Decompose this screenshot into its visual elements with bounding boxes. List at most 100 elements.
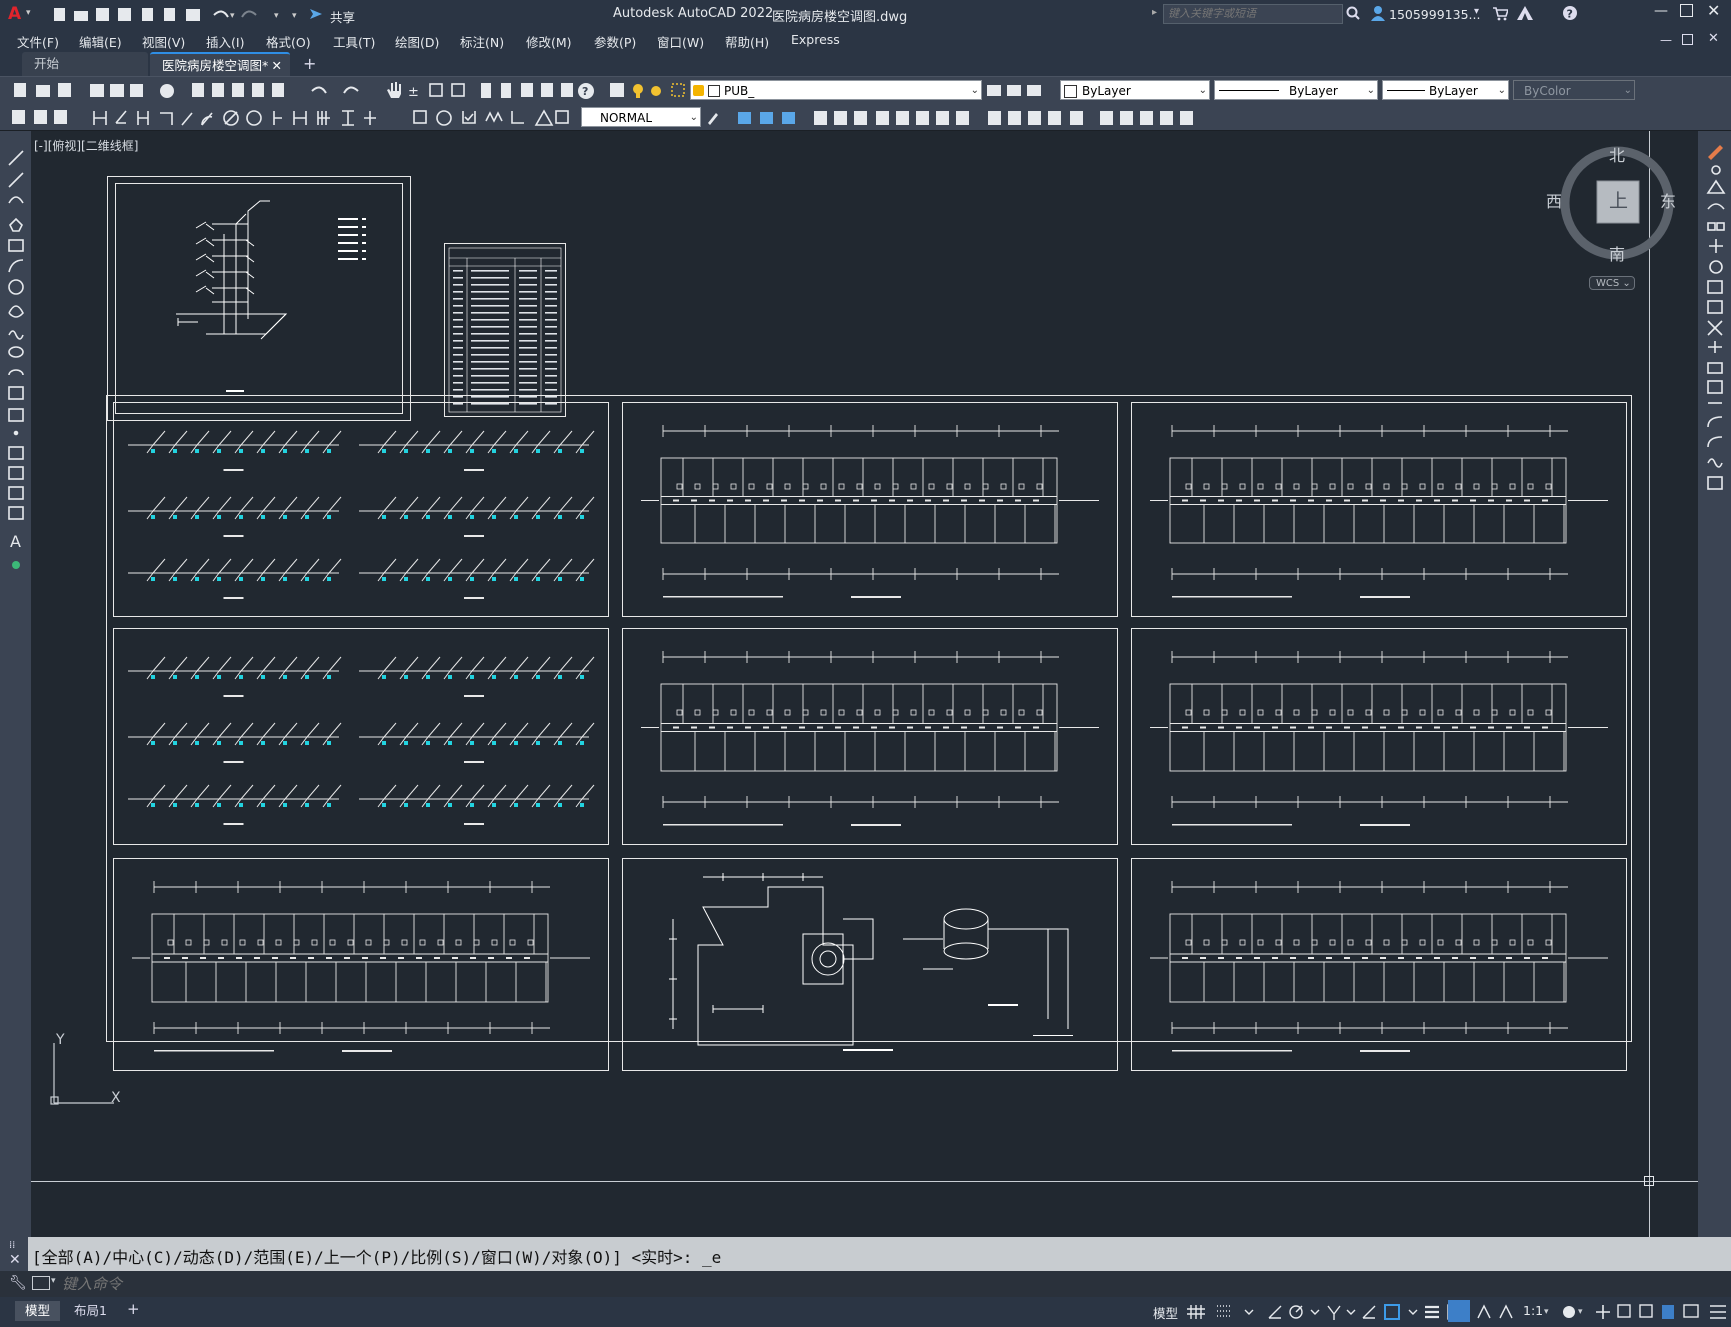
menu-draw[interactable]: 绘图(D) xyxy=(395,32,439,51)
print-icon xyxy=(186,9,200,21)
command-recent-icon[interactable] xyxy=(32,1276,50,1290)
tab-drawing[interactable]: 医院病房楼空调图* ✕ xyxy=(150,52,290,76)
svg-text:▾: ▾ xyxy=(1578,1307,1583,1317)
title-bar: A ▾ ▾ ▾ ▾ 共享 Autodesk AutoCAD 2022 医院病房楼… xyxy=(0,0,1731,28)
menu-edit[interactable]: 编辑(E) xyxy=(79,32,122,51)
search-icon[interactable] xyxy=(1346,6,1360,20)
tab-close-icon[interactable]: ✕ xyxy=(272,54,282,78)
autodesk-icon[interactable] xyxy=(1516,5,1534,21)
model-space-button[interactable]: 模型 xyxy=(1153,1303,1178,1322)
viewcube-west[interactable]: 西 xyxy=(1546,188,1562,212)
viewcube-south[interactable]: 南 xyxy=(1609,241,1625,265)
annotation-scale-value[interactable]: 1:1 xyxy=(1523,1303,1543,1318)
share-icon xyxy=(310,9,322,19)
minimize-button[interactable]: — xyxy=(1654,3,1668,19)
menu-insert[interactable]: 插入(I) xyxy=(206,32,244,51)
menu-dimension[interactable]: 标注(N) xyxy=(460,32,504,51)
svg-text:±: ± xyxy=(408,85,419,100)
floor-plan-sheet-6 xyxy=(1131,858,1627,1071)
menu-tools[interactable]: 工具(T) xyxy=(333,32,375,51)
redo-icon xyxy=(241,10,257,18)
help-search-input[interactable] xyxy=(1163,4,1343,24)
menu-format[interactable]: 格式(O) xyxy=(266,32,311,51)
new-tab-icon[interactable]: + xyxy=(303,54,316,73)
modify-toolbar-icons[interactable] xyxy=(704,107,1204,129)
svg-text:▾: ▾ xyxy=(230,11,235,21)
menu-file[interactable]: 文件(F) xyxy=(17,32,59,51)
saveas-icon xyxy=(118,8,131,21)
draw-toolbar: A xyxy=(0,131,31,1237)
dimension-toolbar-icons[interactable] xyxy=(6,107,576,129)
viewcube-north[interactable]: 北 xyxy=(1609,142,1625,166)
tab-start[interactable]: 开始 xyxy=(22,52,148,76)
floor-plan-sheet-4 xyxy=(1131,628,1627,845)
ucs-x-label: X xyxy=(111,1090,121,1106)
standard-toolbar-icons[interactable]: ± ? xyxy=(6,80,686,102)
crosshair-horizontal xyxy=(31,1181,1698,1182)
dimension-toolbar: NORMAL ⌄ xyxy=(0,103,1731,131)
menu-view[interactable]: 视图(V) xyxy=(142,32,185,51)
command-history: ⁞⁞ ✕ [全部(A)/中心(C)/动态(D)/范围(E)/上一个(P)/比例(… xyxy=(0,1237,1731,1271)
floor-plan-sheet-2 xyxy=(1131,402,1627,617)
color-dropdown[interactable]: ByLayer ⌄ xyxy=(1060,80,1210,100)
command-input[interactable] xyxy=(62,1273,1712,1295)
svg-text:▾: ▾ xyxy=(274,11,279,21)
maximize-button[interactable] xyxy=(1680,4,1693,17)
chevron-down-icon: ⌄ xyxy=(1366,85,1375,96)
linetype-dropdown[interactable]: ByLayer ⌄ xyxy=(1214,80,1378,100)
menu-modify[interactable]: 修改(M) xyxy=(526,32,572,51)
layer-tools-icons[interactable] xyxy=(985,80,1045,102)
close-button[interactable]: ✕ xyxy=(1707,1,1720,20)
menu-help[interactable]: 帮助(H) xyxy=(725,32,769,51)
status-toggles-right[interactable]: ▾ ▾ xyxy=(1544,1302,1731,1322)
layer-name: PUB_ xyxy=(724,84,755,98)
drawing-viewport[interactable]: [-][俯视][二维线框] 北 南 东 西 上 WCS ⌄ Y X xyxy=(31,131,1698,1237)
tab-model[interactable]: 模型 xyxy=(15,1301,61,1321)
autocad-logo-icon[interactable]: A xyxy=(8,4,21,24)
wcs-menu[interactable]: WCS ⌄ xyxy=(1589,276,1635,290)
file-tab-bar: 开始 医院病房楼空调图* ✕ + xyxy=(0,52,1731,76)
status-toggles-left[interactable] xyxy=(1185,1302,1485,1322)
user-icon[interactable] xyxy=(1370,5,1386,21)
doc-close-button[interactable]: ✕ xyxy=(1708,31,1719,46)
text-style-value: NORMAL xyxy=(600,111,653,125)
doc-minimize-button[interactable]: — xyxy=(1660,33,1672,47)
chevron-down-icon: ⌄ xyxy=(970,85,979,96)
text-style-dropdown[interactable]: NORMAL ⌄ xyxy=(581,107,701,127)
doc-restore-button[interactable] xyxy=(1682,34,1693,45)
quick-access-toolbar: ▾ ▾ ▾ xyxy=(52,5,352,26)
floor-plan-sheet-5 xyxy=(113,858,609,1071)
annotation-visibility-icon[interactable] xyxy=(1448,1300,1470,1322)
draw-toolbar-icons[interactable]: A xyxy=(0,137,31,597)
user-menu-chevron-icon[interactable]: ▾ xyxy=(1474,6,1479,17)
wrench-icon[interactable]: 🔧︎ xyxy=(9,1275,27,1291)
ucs-y-label: Y xyxy=(56,1032,65,1048)
share-label[interactable]: 共享 xyxy=(330,7,355,26)
help-icon[interactable]: ? xyxy=(1562,5,1578,21)
viewcube-east[interactable]: 东 xyxy=(1660,188,1676,212)
modify-toolbar-side-icons[interactable] xyxy=(1698,137,1731,537)
plotstyle-dropdown[interactable]: ByColor ⌄ xyxy=(1513,80,1635,100)
menu-window[interactable]: 窗口(W) xyxy=(657,32,704,51)
user-name[interactable]: 1505999135... xyxy=(1389,7,1480,22)
menu-express[interactable]: Express xyxy=(791,32,840,47)
search-expand-icon[interactable]: ▸ xyxy=(1152,7,1157,18)
save-icon xyxy=(96,8,109,21)
lineweight-dropdown[interactable]: ByLayer ⌄ xyxy=(1382,80,1509,100)
floor-plan-sheet-1 xyxy=(622,402,1118,617)
cart-icon[interactable] xyxy=(1492,5,1510,21)
add-layout-icon[interactable]: + xyxy=(127,1300,140,1318)
chevron-down-icon[interactable]: ▾ xyxy=(51,1276,56,1286)
status-bar: 模型 布局1 + 模型 1:1 ▾ ▾ xyxy=(0,1297,1731,1327)
linetype-preview xyxy=(1219,90,1279,91)
menu-parametric[interactable]: 参数(P) xyxy=(594,32,636,51)
isometric-sheet-1 xyxy=(113,402,609,617)
command-panel-grip[interactable]: ⁞⁞ ✕ xyxy=(0,1237,28,1271)
viewport-controls-label[interactable]: [-][俯视][二维线框] xyxy=(34,137,138,154)
tab-layout1[interactable]: 布局1 xyxy=(66,1301,115,1321)
plotstyle-value: ByColor xyxy=(1524,84,1571,98)
viewcube-top-face[interactable]: 上 xyxy=(1609,186,1628,213)
app-menu-chevron-icon[interactable]: ▾ xyxy=(26,8,34,18)
equipment-room-drawing xyxy=(669,873,1073,1051)
layer-dropdown[interactable]: PUB_ ⌄ xyxy=(690,80,982,100)
